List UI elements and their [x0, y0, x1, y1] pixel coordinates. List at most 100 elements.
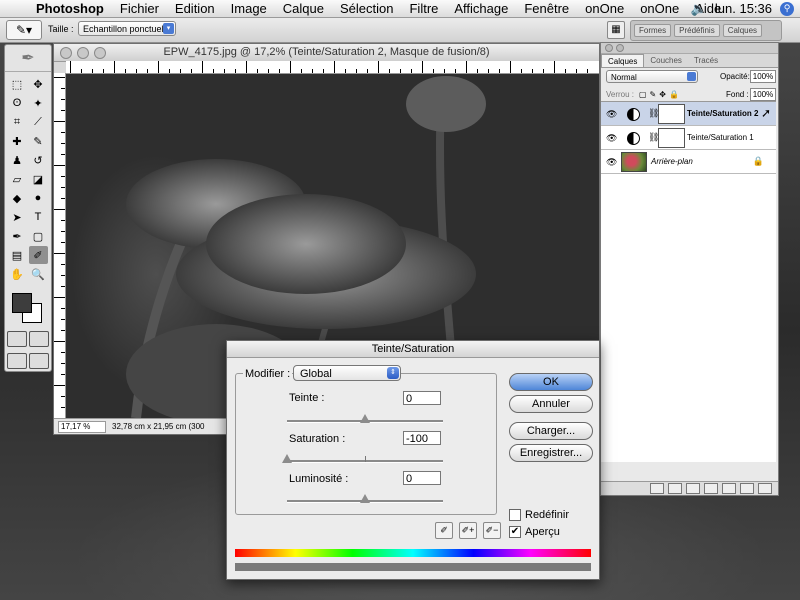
- menu-affichage[interactable]: Affichage: [446, 1, 516, 16]
- taille-select[interactable]: Echantillon ponctuel ▾: [78, 21, 176, 36]
- luminosite-slider-thumb[interactable]: [360, 494, 370, 503]
- slice-tool-icon[interactable]: ⟋: [29, 113, 48, 131]
- foreground-color-swatch[interactable]: [12, 293, 32, 313]
- add-mask-icon[interactable]: [686, 483, 700, 494]
- layer-row[interactable]: 👁 Arrière-plan 🔒: [601, 150, 776, 174]
- vertical-ruler[interactable]: [54, 73, 66, 418]
- save-button[interactable]: Enregistrer...: [509, 444, 593, 462]
- clone-stamp-tool-icon[interactable]: ♟: [8, 151, 27, 169]
- link-layers-icon[interactable]: [650, 483, 664, 494]
- fill-field[interactable]: 100%: [750, 88, 776, 101]
- document-size-info[interactable]: 32,78 cm x 21,95 cm (300: [112, 422, 205, 431]
- marquee-tool-icon[interactable]: ⬚: [8, 75, 27, 93]
- palette-well-tab-formes[interactable]: Formes: [634, 24, 672, 37]
- blur-tool-icon[interactable]: ◆: [8, 189, 27, 207]
- luminosite-field[interactable]: 0: [403, 471, 441, 485]
- layer-mask-thumbnail[interactable]: [658, 104, 685, 124]
- eyedropper-icon[interactable]: ✐: [435, 522, 453, 539]
- apercu-checkbox-box[interactable]: ✔: [509, 526, 521, 538]
- path-selection-tool-icon[interactable]: ➤: [8, 208, 27, 226]
- palette-well-tab-calques[interactable]: Calques: [722, 24, 763, 37]
- menu-fenetre[interactable]: Fenêtre: [516, 1, 577, 16]
- blend-mode-select[interactable]: Normal: [606, 70, 698, 83]
- tool-preset-picker[interactable]: ✎ ▾: [6, 20, 42, 40]
- minimize-window-button[interactable]: [77, 47, 89, 59]
- pen-tool-icon[interactable]: ✒: [8, 227, 27, 245]
- eye-icon[interactable]: 👁: [606, 157, 617, 168]
- shape-tool-icon[interactable]: ▢: [29, 227, 48, 245]
- type-tool-icon[interactable]: T: [29, 208, 48, 226]
- menu-image[interactable]: Image: [223, 1, 275, 16]
- eye-icon[interactable]: 👁: [606, 109, 617, 120]
- menu-onone-1[interactable]: onOne: [577, 1, 632, 16]
- new-layer-icon[interactable]: [740, 483, 754, 494]
- menu-photoshop[interactable]: Photoshop: [28, 1, 112, 16]
- menu-fichier[interactable]: Fichier: [112, 1, 167, 16]
- eraser-tool-icon[interactable]: ▱: [8, 170, 27, 188]
- layer-style-icon[interactable]: [668, 483, 682, 494]
- volume-icon[interactable]: 🔈: [691, 1, 707, 17]
- menu-selection[interactable]: Sélection: [332, 1, 401, 16]
- history-brush-tool-icon[interactable]: ↺: [29, 151, 48, 169]
- move-tool-icon[interactable]: ✥: [29, 75, 48, 93]
- screen-mode-button[interactable]: [7, 353, 27, 369]
- tab-couches[interactable]: Couches: [644, 54, 688, 67]
- palette-titlebar[interactable]: [601, 43, 778, 54]
- ok-button[interactable]: OK: [509, 373, 593, 391]
- load-button[interactable]: Charger...: [509, 422, 593, 440]
- teinte-slider-thumb[interactable]: [360, 414, 370, 423]
- new-adjustment-layer-icon[interactable]: [704, 483, 718, 494]
- eyedropper-tool-icon[interactable]: ✐: [28, 246, 48, 264]
- horizontal-ruler[interactable]: [66, 61, 599, 74]
- saturation-slider-thumb[interactable]: [282, 454, 292, 463]
- trash-icon[interactable]: [758, 483, 772, 494]
- magic-wand-tool-icon[interactable]: ✦: [29, 94, 48, 112]
- zoom-window-button[interactable]: [94, 47, 106, 59]
- menu-filtre[interactable]: Filtre: [401, 1, 446, 16]
- notes-tool-icon[interactable]: ▤: [8, 246, 27, 264]
- hand-tool-icon[interactable]: ✋: [8, 265, 27, 283]
- standard-mode-button[interactable]: [7, 331, 27, 347]
- palette-collapse-button[interactable]: [616, 44, 624, 52]
- apercu-checkbox[interactable]: ✔ Aperçu: [509, 526, 560, 538]
- quick-mask-mode-button[interactable]: [29, 331, 49, 347]
- tab-calques[interactable]: Calques: [601, 54, 645, 67]
- eye-icon[interactable]: 👁: [606, 133, 617, 144]
- redefinir-checkbox-box[interactable]: [509, 509, 521, 521]
- eyedropper-minus-icon[interactable]: ✐−: [483, 522, 501, 539]
- opacity-field[interactable]: 100%: [750, 70, 776, 83]
- lasso-tool-icon[interactable]: ʘ: [8, 94, 27, 112]
- new-group-icon[interactable]: [722, 483, 736, 494]
- saturation-field[interactable]: -100: [403, 431, 441, 445]
- dodge-tool-icon[interactable]: ●: [29, 189, 48, 207]
- healing-brush-tool-icon[interactable]: ✚: [8, 132, 27, 150]
- lock-icons[interactable]: ▢✎✥🔒: [639, 90, 682, 99]
- modifier-select[interactable]: Global ⇕: [293, 365, 401, 381]
- redefinir-checkbox[interactable]: Redéfinir: [509, 509, 569, 521]
- zoom-field[interactable]: 17,17 %: [58, 421, 106, 433]
- menu-calque[interactable]: Calque: [275, 1, 332, 16]
- feather-logo-icon[interactable]: ✒: [5, 45, 51, 72]
- palette-close-button[interactable]: [605, 44, 613, 52]
- close-window-button[interactable]: [60, 47, 72, 59]
- brush-tool-icon[interactable]: ✎: [29, 132, 48, 150]
- layer-row[interactable]: 👁 ⛓ Teinte/Saturation 1: [601, 126, 776, 150]
- menu-clock[interactable]: lun. 15:36: [715, 1, 772, 16]
- zoom-tool-icon[interactable]: 🔍: [29, 265, 48, 283]
- menu-edition[interactable]: Edition: [167, 1, 223, 16]
- tab-traces[interactable]: Tracés: [688, 54, 724, 67]
- palette-well-tab-predefinis[interactable]: Prédéfinis: [674, 24, 720, 37]
- menu-onone-2[interactable]: onOne: [632, 1, 687, 16]
- paint-bucket-tool-icon[interactable]: ◪: [29, 170, 48, 188]
- layer-row[interactable]: 👁 ⛓ Teinte/Saturation 2 ➚: [601, 102, 776, 126]
- crop-tool-icon[interactable]: ⌗: [8, 113, 27, 131]
- file-browser-icon[interactable]: ▦: [607, 21, 625, 39]
- cancel-button[interactable]: Annuler: [509, 395, 593, 413]
- layer-mask-thumbnail[interactable]: [658, 128, 685, 148]
- eyedropper-plus-icon[interactable]: ✐+: [459, 522, 477, 539]
- dialog-title[interactable]: Teinte/Saturation: [227, 341, 599, 358]
- fullscreen-mode-button[interactable]: [29, 353, 49, 369]
- teinte-field[interactable]: 0: [403, 391, 441, 405]
- document-titlebar[interactable]: EPW_4175.jpg @ 17,2% (Teinte/Saturation …: [54, 44, 599, 62]
- spotlight-icon[interactable]: ⚲: [780, 1, 794, 16]
